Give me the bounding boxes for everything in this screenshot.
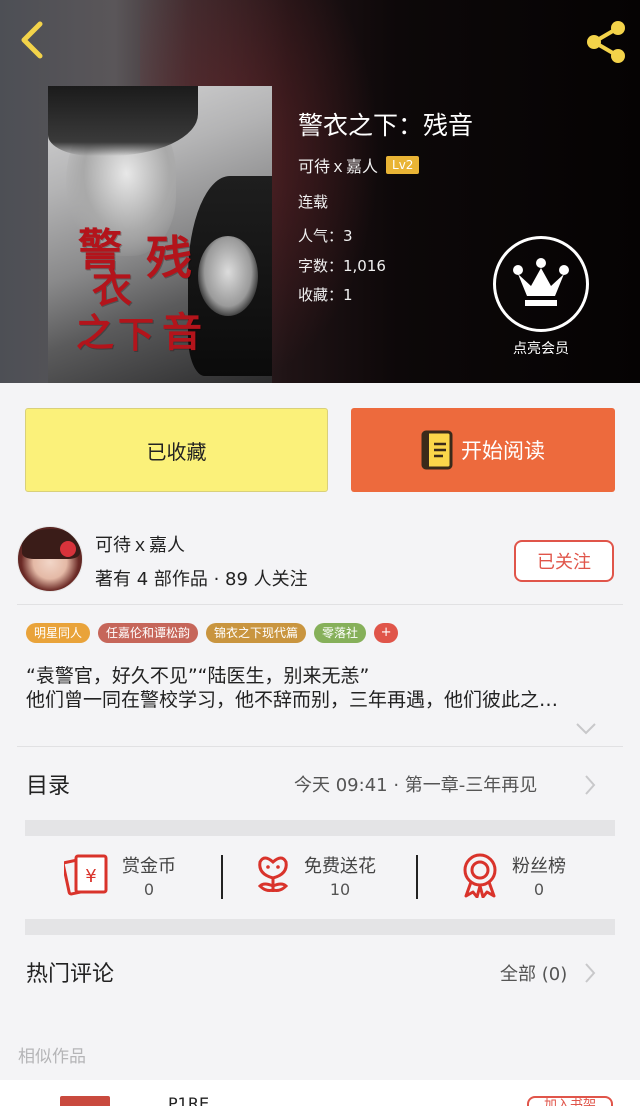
tag-list: 明星同人 任嘉伦和谭松韵 锦衣之下现代篇 零落社 + <box>26 623 399 643</box>
book-summary[interactable]: “袁警官，好久不见”“陆医生，别来无恙” 他们曾一同在警校学习，他不辞而别，三年… <box>26 664 618 712</box>
serial-status: 连载 <box>298 193 329 211</box>
divider <box>17 604 623 605</box>
svg-text:¥: ¥ <box>85 866 96 887</box>
book-header: 警 衣 之 下 残 音 警衣之下：残音 可待ｘ嘉人 Lv2 连载 人气：3 字数… <box>0 0 640 383</box>
reward-value: 0 <box>143 880 155 899</box>
flower-value: 10 <box>329 880 351 899</box>
share-button[interactable] <box>582 20 630 64</box>
author-avatar[interactable] <box>17 526 83 592</box>
section-divider <box>25 919 615 935</box>
fans-value: 0 <box>533 880 545 899</box>
all-comments-link[interactable]: 全部 (0) <box>500 960 567 986</box>
summary-line: “袁警官，好久不见”“陆医生，别来无恙” <box>26 665 370 687</box>
favorites-count: 收藏：1 <box>298 286 353 304</box>
vip-button[interactable] <box>493 236 589 332</box>
collected-label: 已收藏 <box>146 439 207 464</box>
reward-label: 赏金币 <box>122 856 176 877</box>
cover-calligraphy-title: 警 衣 之 下 残 音 <box>70 214 220 364</box>
share-icon <box>587 21 625 63</box>
tag-item[interactable]: 锦衣之下现代篇 <box>206 623 307 643</box>
chevron-right-icon[interactable] <box>584 774 596 796</box>
popularity-count: 人气：3 <box>298 227 353 245</box>
cover-char: 下 <box>118 314 155 356</box>
flower-label: 免费送花 <box>304 856 376 877</box>
stat-separator <box>416 855 418 899</box>
tag-item[interactable]: 任嘉伦和谭松韵 <box>98 623 199 643</box>
red-envelope-icon: ¥ <box>64 854 108 896</box>
tag-item[interactable]: 零落社 <box>314 623 367 643</box>
chevron-left-icon <box>21 21 43 59</box>
hero-author-name[interactable]: 可待ｘ嘉人 <box>298 153 378 177</box>
hero-author-line[interactable]: 可待ｘ嘉人 Lv2 <box>298 153 420 177</box>
vip-label[interactable]: 点亮会员 <box>493 338 589 358</box>
collected-button[interactable]: 已收藏 <box>25 408 328 492</box>
cover-char: 之 <box>76 310 115 355</box>
summary-line: 他们曾一同在警校学习，他不辞而别，三年再遇，他们彼此之… <box>26 689 559 711</box>
fan-ranking-button[interactable]: 粉丝榜 0 <box>460 852 566 899</box>
word-count: 字数：1,016 <box>298 257 386 275</box>
book-icon <box>421 430 453 470</box>
fans-label: 粉丝榜 <box>512 856 566 877</box>
toc-latest-chapter[interactable]: 今天 09:41 · 第一章-三年再见 <box>294 771 537 797</box>
author-name[interactable]: 可待ｘ嘉人 <box>95 531 185 557</box>
crown-icon <box>513 258 569 306</box>
toc-title[interactable]: 目录 <box>26 768 70 800</box>
medal-icon <box>463 853 497 898</box>
section-divider <box>25 820 615 836</box>
level-badge: Lv2 <box>386 156 420 174</box>
send-flower-button[interactable]: 免费送花 10 <box>254 852 376 899</box>
tag-item[interactable]: 明星同人 <box>26 623 91 643</box>
start-reading-button[interactable]: 开始阅读 <box>351 408 615 492</box>
cover-char: 音 <box>162 309 202 356</box>
chevron-right-icon[interactable] <box>584 962 596 984</box>
start-reading-label: 开始阅读 <box>461 439 545 463</box>
book-title: 警衣之下：残音 <box>298 111 474 140</box>
flower-icon <box>257 856 289 892</box>
followed-button[interactable]: 已关注 <box>514 540 614 582</box>
similar-work-title[interactable]: P1RE <box>168 1094 209 1106</box>
book-cover[interactable]: 警 衣 之 下 残 音 <box>48 86 272 383</box>
back-button[interactable] <box>14 18 54 62</box>
author-stats: 著有 4 部作品 · 89 人关注 <box>95 569 308 590</box>
reward-coins-button[interactable]: ¥ 赏金币 0 <box>64 852 176 899</box>
add-to-shelf-button[interactable]: 加入书架 <box>527 1096 613 1106</box>
avatar-flower <box>60 541 76 557</box>
similar-works-label: 相似作品 <box>18 1047 86 1067</box>
divider <box>17 746 623 747</box>
hot-comments-title: 热门评论 <box>26 962 115 987</box>
cover-hair <box>48 86 198 156</box>
similar-work-cover[interactable] <box>60 1096 110 1106</box>
chevron-down-icon[interactable] <box>575 722 597 736</box>
followed-label: 已关注 <box>537 552 591 573</box>
stat-separator <box>221 855 223 899</box>
cover-char: 残 <box>146 231 192 285</box>
add-tag-button[interactable]: + <box>374 623 399 643</box>
